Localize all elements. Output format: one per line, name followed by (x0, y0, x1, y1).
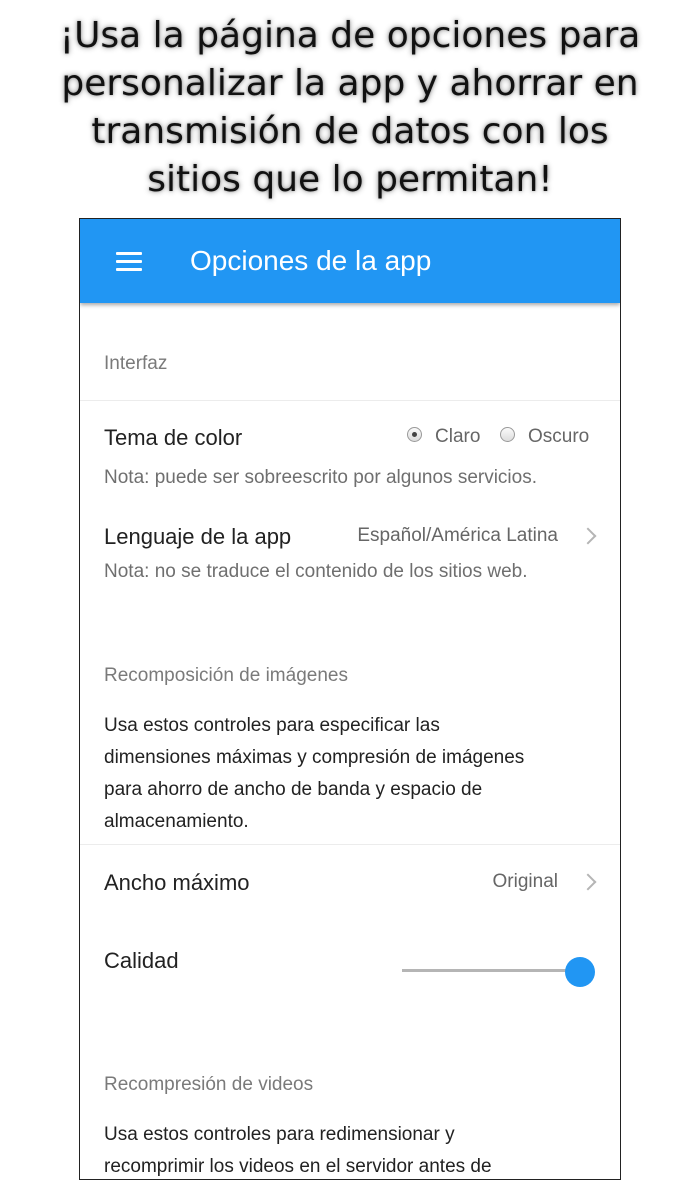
images-description: Usa estos controles para especificar las… (104, 710, 594, 838)
language-value: Español/América Latina (357, 525, 558, 546)
radio-light-theme[interactable] (407, 427, 422, 442)
images-description-line: para ahorro de ancho de banda y espacio … (104, 779, 483, 800)
phone-screen: Opciones de la app Interfaz Tema de colo… (79, 218, 621, 1180)
section-header-images: Recomposición de imágenes (104, 665, 348, 686)
section-header-videos: Recompresión de videos (104, 1074, 314, 1095)
promo-line-1: ¡Usa la página de opciones para (59, 15, 641, 56)
promo-line-3: transmisión de datos con los (91, 111, 609, 152)
app-bar: Opciones de la app (80, 219, 620, 303)
chevron-right-icon (579, 873, 597, 891)
section-header-interface: Interfaz (104, 353, 168, 374)
videos-description-line: Usa estos controles para redimensionar y (104, 1124, 455, 1145)
videos-description-line: recomprimir los videos en el servidor an… (104, 1156, 492, 1177)
language-label: Lenguaje de la app (104, 524, 292, 549)
divider (80, 400, 620, 401)
divider (80, 844, 620, 845)
radio-dark-label[interactable]: Oscuro (528, 426, 589, 448)
max-width-value: Original (492, 871, 558, 892)
radio-light-label[interactable]: Claro (435, 426, 480, 448)
theme-note: Nota: puede ser sobreescrito por algunos… (104, 467, 538, 488)
max-width-label: Ancho máximo (104, 870, 250, 895)
promo-caption: ¡Usa la página de opciones para personal… (0, 12, 700, 204)
hamburger-menu-icon[interactable] (116, 252, 142, 272)
images-description-line: dimensiones máximas y compresión de imág… (104, 747, 525, 768)
images-description-line: almacenamiento. (104, 811, 249, 832)
promo-line-4: sitios que lo permitan! (147, 159, 553, 200)
quality-slider-track[interactable] (402, 969, 578, 972)
images-description-line: Usa estos controles para especificar las (104, 715, 440, 736)
chevron-right-icon (579, 527, 597, 545)
videos-description: Usa estos controles para redimensionar y… (104, 1119, 594, 1179)
page-title: Opciones de la app (190, 245, 432, 276)
radio-dark-theme[interactable] (500, 427, 515, 442)
promo-line-2: personalizar la app y ahorrar en (61, 63, 639, 104)
theme-label: Tema de color (104, 425, 243, 450)
language-note: Nota: no se traduce el contenido de los … (104, 561, 528, 582)
quality-label: Calidad (104, 948, 179, 973)
quality-slider-thumb[interactable] (565, 957, 595, 987)
